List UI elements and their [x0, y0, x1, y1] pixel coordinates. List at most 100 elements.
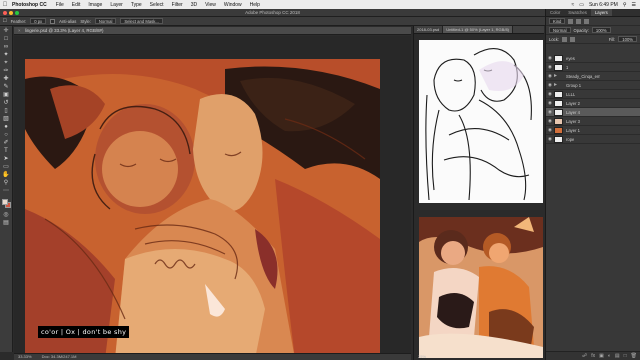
- visibility-eye-icon[interactable]: ◉: [546, 91, 554, 97]
- canvas-area[interactable]: [14, 36, 411, 353]
- brush-tool-icon[interactable]: ✎: [2, 84, 11, 91]
- fill-input[interactable]: 100%: [618, 36, 637, 42]
- menu-3d[interactable]: 3D: [187, 2, 201, 8]
- tab-color[interactable]: Color: [546, 9, 564, 16]
- menu-filter[interactable]: Filter: [168, 2, 187, 8]
- lock-position-icon[interactable]: [570, 36, 576, 42]
- reference-zoom[interactable]: 25%: [418, 354, 426, 360]
- foreground-color-swatch[interactable]: [1, 199, 8, 205]
- new-group-icon[interactable]: ▤: [615, 353, 620, 359]
- close-window-button[interactable]: [3, 11, 7, 15]
- tab-layers[interactable]: Layers: [590, 9, 612, 16]
- screen-mode-icon[interactable]: ▤: [2, 220, 11, 227]
- visibility-eye-icon[interactable]: ◉: [546, 127, 554, 133]
- menu-list-icon[interactable]: ☰: [632, 2, 636, 8]
- visibility-eye-icon[interactable]: ◉: [546, 109, 554, 115]
- move-tool-icon[interactable]: ✛: [2, 28, 11, 35]
- menu-help[interactable]: Help: [246, 2, 264, 8]
- menu-file[interactable]: File: [52, 2, 68, 8]
- zoom-level[interactable]: 33.33%: [18, 354, 32, 360]
- hand-tool-icon[interactable]: ✋: [2, 172, 11, 179]
- painting-reference[interactable]: [419, 217, 543, 358]
- type-filter-icon[interactable]: [584, 18, 590, 24]
- crop-tool-icon[interactable]: ⌖: [2, 60, 11, 67]
- marquee-tool-icon[interactable]: □: [3, 18, 7, 24]
- menu-window[interactable]: Window: [220, 2, 246, 8]
- search-icon[interactable]: ⚲: [623, 2, 627, 8]
- layer-row[interactable]: ◉ LLLL: [546, 90, 640, 99]
- layer-row-selected[interactable]: ◉ Layer 4: [546, 108, 640, 117]
- battery-icon[interactable]: ▭: [579, 2, 584, 8]
- add-mask-icon[interactable]: ▣: [599, 353, 604, 359]
- wifi-icon[interactable]: ≈: [571, 2, 574, 8]
- tab-swatches[interactable]: Swatches: [564, 9, 591, 16]
- pen-tool-icon[interactable]: ✐: [2, 140, 11, 147]
- menu-edit[interactable]: Edit: [68, 2, 85, 8]
- link-layers-icon[interactable]: ☍: [582, 353, 587, 359]
- layer-row[interactable]: ◉ Layer 1: [546, 126, 640, 135]
- canvas-artwork[interactable]: [25, 59, 380, 353]
- minimize-window-button[interactable]: [9, 11, 13, 15]
- eyedropper-tool-icon[interactable]: ✑: [2, 68, 11, 75]
- reference-tab-2[interactable]: Untitled-1 @ 50% (Layer 1, RGB/8): [443, 26, 514, 33]
- gradient-tool-icon[interactable]: ▧: [2, 116, 11, 123]
- menu-layer[interactable]: Layer: [106, 2, 127, 8]
- visibility-eye-icon[interactable]: ◉: [546, 136, 554, 142]
- menu-view[interactable]: View: [201, 2, 220, 8]
- healing-tool-icon[interactable]: ✚: [2, 76, 11, 83]
- adjustment-layer-icon[interactable]: ◐: [608, 353, 611, 359]
- visibility-eye-icon[interactable]: ◉: [546, 82, 554, 88]
- antialias-checkbox[interactable]: [50, 18, 56, 24]
- close-tab-icon[interactable]: ×: [18, 28, 21, 33]
- visibility-eye-icon[interactable]: ◉: [546, 118, 554, 124]
- pixel-filter-icon[interactable]: [568, 18, 574, 24]
- visibility-eye-icon[interactable]: ◉: [546, 100, 554, 106]
- new-layer-icon[interactable]: □: [624, 353, 627, 359]
- path-select-tool-icon[interactable]: ➤: [2, 156, 11, 163]
- document-tab[interactable]: × lingerie.psd @ 33.3% (Layer 4, RGB/8#): [14, 27, 411, 35]
- layer-group-row[interactable]: ◉ ▸ Steady_Cinqa_em: [546, 72, 640, 81]
- visibility-eye-icon[interactable]: ◉: [546, 55, 554, 61]
- eraser-tool-icon[interactable]: ▯: [2, 108, 11, 115]
- select-and-mask-button[interactable]: Select and Mask...: [120, 18, 163, 24]
- zoom-tool-icon[interactable]: ⚲: [2, 180, 11, 187]
- style-select[interactable]: Normal: [94, 18, 117, 24]
- adjustment-filter-icon[interactable]: [576, 18, 582, 24]
- marquee-tool-icon[interactable]: □: [2, 36, 11, 43]
- menu-image[interactable]: Image: [84, 2, 106, 8]
- layer-row[interactable]: ◉ Layer 2: [546, 99, 640, 108]
- color-swatches[interactable]: [1, 199, 11, 208]
- clock[interactable]: Sun 6:49 PM: [589, 2, 618, 8]
- apple-icon[interactable]: : [0, 2, 10, 8]
- layer-group-row[interactable]: ◉ ▸ Group 1: [546, 81, 640, 90]
- menu-select[interactable]: Select: [146, 2, 168, 8]
- quick-select-tool-icon[interactable]: ✦: [2, 52, 11, 59]
- trash-icon[interactable]: 🗑: [631, 353, 637, 359]
- layer-row[interactable]: ◉ eyes: [546, 54, 640, 63]
- stamp-tool-icon[interactable]: ▣: [2, 92, 11, 99]
- layer-row[interactable]: ◉ rope: [546, 135, 640, 144]
- lock-pixels-icon[interactable]: [562, 36, 568, 42]
- zoom-window-button[interactable]: [15, 11, 19, 15]
- lasso-tool-icon[interactable]: ∞: [2, 44, 11, 51]
- layer-row[interactable]: ◉ Layer 3: [546, 117, 640, 126]
- type-tool-icon[interactable]: T: [2, 148, 11, 155]
- kind-filter-select[interactable]: Kind: [549, 18, 566, 24]
- layer-row[interactable]: ◉ 1: [546, 63, 640, 72]
- visibility-eye-icon[interactable]: ◉: [546, 64, 554, 70]
- fx-icon[interactable]: fx: [591, 353, 595, 359]
- doc-size[interactable]: Doc: 34.3M/247.1M: [42, 354, 77, 360]
- opacity-input[interactable]: 100%: [591, 27, 611, 33]
- quick-mask-icon[interactable]: ◎: [2, 212, 11, 219]
- app-menu[interactable]: Photoshop CC: [10, 2, 52, 8]
- more-tools-icon[interactable]: ⋯: [2, 188, 11, 195]
- shape-tool-icon[interactable]: ▭: [2, 164, 11, 171]
- menu-type[interactable]: Type: [127, 2, 146, 8]
- visibility-eye-icon[interactable]: ◉: [546, 73, 554, 79]
- feather-input[interactable]: 0 px: [30, 18, 47, 24]
- sketch-reference[interactable]: [419, 40, 543, 203]
- blend-mode-select[interactable]: Normal: [549, 27, 571, 33]
- blur-tool-icon[interactable]: ●: [2, 124, 11, 131]
- reference-tab-1[interactable]: 2018-03.psd: [414, 26, 444, 33]
- history-brush-icon[interactable]: ↺: [2, 100, 11, 107]
